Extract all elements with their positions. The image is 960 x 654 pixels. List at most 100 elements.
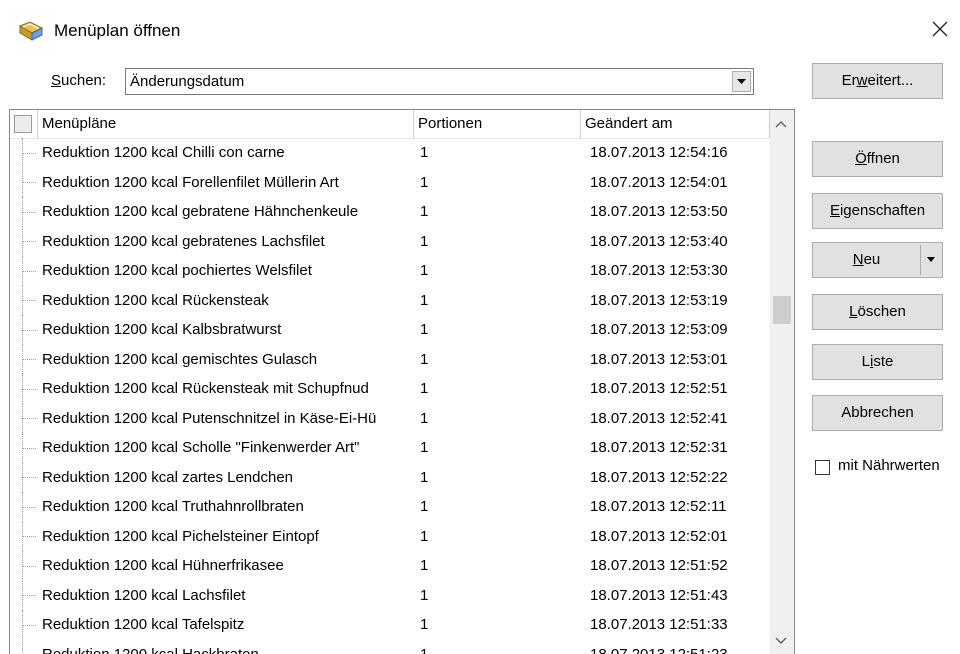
table-row[interactable]: Reduktion 1200 kcal Putenschnitzel in Kä…: [10, 403, 770, 434]
tree-connector: [22, 285, 36, 316]
row-name-cell: Reduktion 1200 kcal Hühnerfrikasee: [42, 557, 284, 574]
table-row[interactable]: Reduktion 1200 kcal Lachsfilet 1 18.07.201…: [10, 580, 770, 611]
table-row[interactable]: Reduktion 1200 kcal Rückensteak 1 18.07.20…: [10, 285, 770, 316]
row-portions-cell: 1: [420, 380, 429, 397]
row-portions-cell: 1: [420, 291, 429, 309]
column-header-menuplaene[interactable]: Menüpläne: [37, 110, 414, 138]
row-changed-cell: 18.07.2013 12:53:09: [590, 321, 728, 338]
table-row[interactable]: Reduktion 1200 kcal gebratene Hähnchenke…: [10, 197, 770, 227]
row-changed-cell: 18.07.2013 12:52:11: [590, 498, 727, 515]
row-portions-cell: 1: [420, 557, 429, 574]
tree-connector: [22, 433, 36, 463]
tree-connector: [22, 197, 36, 227]
row-changed-cell: 18.07.2013 12:52:22: [590, 468, 728, 486]
scrollbar-thumb[interactable]: [773, 296, 791, 324]
row-name-cell: Reduktion 1200 kcal Lachsfilet: [42, 586, 246, 604]
row-name-cell: Reduktion 1200 kcal zartes Lendchen: [42, 468, 294, 486]
search-label: Suchen:: [51, 72, 107, 89]
row-portions-cell: 1: [420, 144, 429, 161]
table-row[interactable]: Reduktion 1200 kcal Tafelspitz 1 18.07.201…: [10, 610, 770, 640]
list-header: Menüpläne Portionen Geändert am: [10, 110, 770, 139]
table-row[interactable]: Reduktion 1200 kcal pochiertes Welsfilet…: [10, 256, 770, 286]
row-name-cell: Reduktion 1200 kcal Rückensteak: [42, 291, 269, 309]
row-changed-cell: 18.07.2013 12:51:52: [590, 557, 728, 574]
tree-connector: [22, 492, 36, 522]
tree-connector: [22, 256, 36, 286]
tree-connector: [22, 462, 36, 493]
tree-connector: [22, 610, 36, 640]
search-select-value: Änderungsdatum: [130, 73, 245, 90]
table-row[interactable]: Reduktion 1200 kcal Hühnerfrikasee 1 18.07…: [10, 551, 770, 581]
row-changed-cell: 18.07.2013 12:53:50: [590, 203, 728, 220]
row-name-cell: Reduktion 1200 kcal Kalbsbratwurst: [42, 321, 282, 338]
table-row[interactable]: Reduktion 1200 kcal gemischtes Gulasch 1 1…: [10, 344, 770, 375]
title-bar: Menüplan öffnen: [0, 0, 960, 62]
abbrechen-button[interactable]: Abbrechen: [812, 395, 943, 431]
row-changed-cell: 18.07.2013 12:54:01: [590, 173, 728, 191]
header-select-all-checkbox[interactable]: [14, 115, 32, 133]
tree-connector: [22, 580, 36, 611]
row-changed-cell: 18.07.2013 12:52:51: [590, 380, 728, 397]
window-title: Menüplan öffnen: [54, 21, 181, 40]
tree-connector: [22, 344, 36, 375]
row-portions-cell: 1: [420, 203, 429, 220]
erweitert-button[interactable]: Erweitert...: [812, 63, 943, 99]
row-portions-cell: 1: [420, 468, 429, 486]
search-select[interactable]: Änderungsdatum: [125, 68, 754, 95]
table-row[interactable]: Reduktion 1200 kcal gebratenes Lachsfile…: [10, 226, 770, 257]
close-icon[interactable]: [925, 14, 955, 44]
table-row[interactable]: Reduktion 1200 kcal Hackbraten 1 18.07.201…: [10, 639, 770, 654]
row-portions-cell: 1: [420, 321, 429, 338]
row-changed-cell: 18.07.2013 12:51:33: [590, 616, 728, 633]
row-name-cell: Reduktion 1200 kcal Forellenfilet Müller…: [42, 173, 339, 191]
tree-connector: [22, 226, 36, 257]
scroll-up-icon[interactable]: [774, 116, 788, 133]
row-changed-cell: 18.07.2013 12:52:41: [590, 409, 728, 427]
row-name-cell: Reduktion 1200 kcal Scholle "Finkenwerde…: [42, 439, 360, 456]
row-portions-cell: 1: [420, 527, 429, 545]
row-portions-cell: 1: [420, 439, 429, 456]
eigenschaften-button[interactable]: Eigenschaften: [812, 193, 943, 229]
table-row[interactable]: Reduktion 1200 kcal Truthahnrollbraten 1 1…: [10, 492, 770, 522]
mit-naehrwerten-checkbox[interactable]: [815, 460, 830, 475]
list-rows: Reduktion 1200 kcal Chilli con carne 1 18.…: [10, 138, 770, 654]
scroll-down-icon[interactable]: [774, 633, 788, 650]
mit-naehrwerten-label[interactable]: mit Nährwerten: [838, 457, 940, 474]
table-row[interactable]: Reduktion 1200 kcal Kalbsbratwurst 1 18.07…: [10, 315, 770, 345]
neu-button[interactable]: Neu: [813, 243, 920, 277]
loeschen-button[interactable]: Löschen: [812, 294, 943, 330]
table-row[interactable]: Reduktion 1200 kcal Chilli con carne 1 18.…: [10, 138, 770, 168]
vertical-scrollbar[interactable]: [770, 110, 794, 654]
row-changed-cell: 18.07.2013 12:51:23: [590, 645, 728, 654]
oeffnen-button[interactable]: Öffnen: [812, 141, 943, 177]
table-row[interactable]: Reduktion 1200 kcal Forellenfilet Müller…: [10, 167, 770, 198]
row-name-cell: Reduktion 1200 kcal Rückensteak mit Schu…: [42, 380, 369, 397]
row-changed-cell: 18.07.2013 12:53:30: [590, 262, 728, 279]
tree-connector: [22, 374, 36, 404]
row-changed-cell: 18.07.2013 12:52:01: [590, 527, 728, 545]
row-portions-cell: 1: [420, 262, 429, 279]
table-row[interactable]: Reduktion 1200 kcal zartes Lendchen 1 18.0…: [10, 462, 770, 493]
row-name-cell: Reduktion 1200 kcal gemischtes Gulasch: [42, 350, 318, 368]
table-row[interactable]: Reduktion 1200 kcal Scholle "Finkenwerde…: [10, 433, 770, 463]
tree-connector: [22, 315, 36, 345]
row-changed-cell: 18.07.2013 12:52:31: [590, 439, 728, 456]
neu-split-button[interactable]: Neu: [812, 242, 943, 278]
row-changed-cell: 18.07.2013 12:53:19: [590, 291, 728, 309]
neu-dropdown-icon[interactable]: [921, 243, 942, 277]
row-name-cell: Reduktion 1200 kcal pochiertes Welsfilet: [42, 262, 312, 279]
menu-plan-list[interactable]: Menüpläne Portionen Geändert am Reduktio…: [9, 109, 795, 654]
table-row[interactable]: Reduktion 1200 kcal Rückensteak mit Schu…: [10, 374, 770, 404]
row-changed-cell: 18.07.2013 12:51:43: [590, 586, 728, 604]
row-portions-cell: 1: [420, 232, 429, 250]
row-portions-cell: 1: [420, 350, 429, 368]
chevron-down-icon[interactable]: [732, 71, 751, 92]
column-header-portionen[interactable]: Portionen: [414, 110, 581, 138]
tree-connector: [22, 521, 36, 552]
liste-button[interactable]: Liste: [812, 344, 943, 380]
table-row[interactable]: Reduktion 1200 kcal Pichelsteiner Eintop…: [10, 521, 770, 552]
tree-connector: [22, 639, 36, 654]
row-portions-cell: 1: [420, 173, 429, 191]
column-header-geaendert-am[interactable]: Geändert am: [581, 110, 770, 138]
book-icon: [18, 20, 44, 42]
